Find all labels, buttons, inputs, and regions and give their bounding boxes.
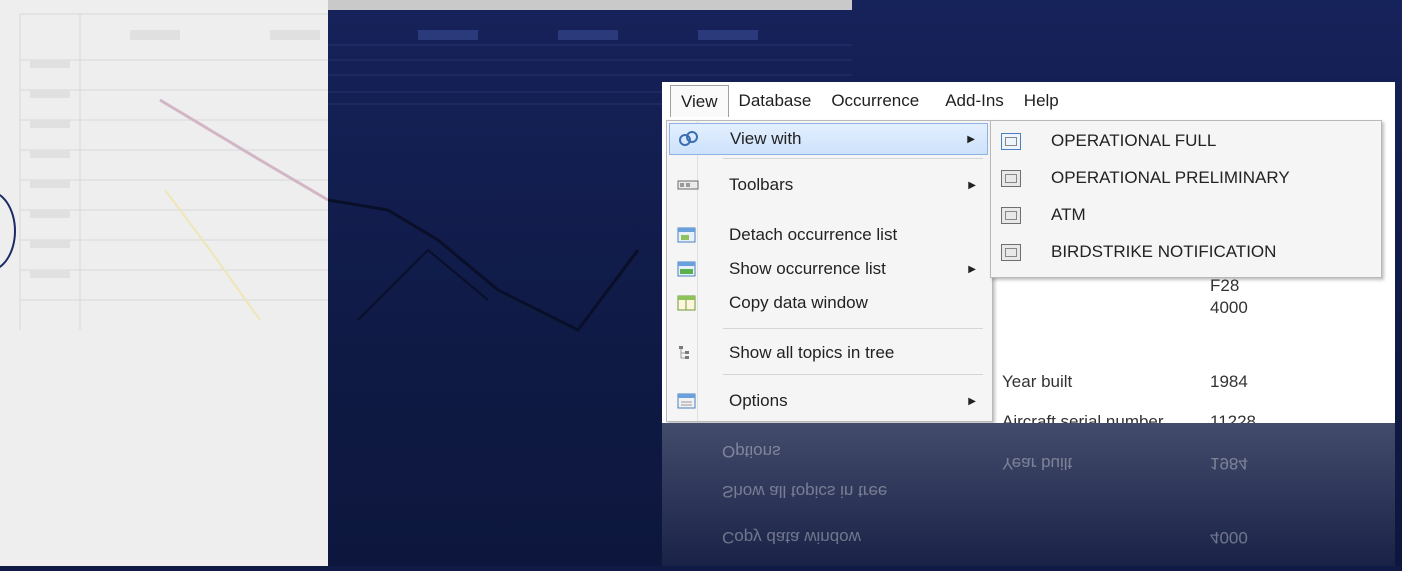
submenu-item-label: BIRDSTRIKE NOTIFICATION xyxy=(1051,242,1277,261)
aircraft-type-value: F28 xyxy=(1210,276,1240,295)
form-icon xyxy=(1001,132,1021,150)
menu-item-copy-data-window[interactable]: Copy data window xyxy=(669,287,988,319)
submenu-arrow-icon: ▶ xyxy=(968,263,976,275)
submenu-arrow-icon: ▶ xyxy=(968,395,976,407)
submenu-item-operational-full[interactable]: OPERATIONAL FULL xyxy=(993,125,1377,157)
submenu-item-atm[interactable]: ATM xyxy=(993,199,1377,231)
reflection-text: Show all topics in tree xyxy=(722,482,888,501)
menu-add-ins[interactable]: Add-Ins xyxy=(935,85,1014,117)
submenu-item-operational-preliminary[interactable]: OPERATIONAL PRELIMINARY xyxy=(993,162,1377,194)
menu-help[interactable]: Help xyxy=(1014,85,1069,117)
form-icon xyxy=(1001,206,1021,224)
submenu-item-birdstrike-notification[interactable]: BIRDSTRIKE NOTIFICATION xyxy=(993,236,1377,268)
menubar: View Database Occurrence Add-Ins Help xyxy=(662,82,1395,120)
menu-separator xyxy=(723,158,983,159)
menu-item-show-occurrence-list[interactable]: Show occurrence list ▶ xyxy=(669,253,988,285)
detach-window-icon xyxy=(677,226,697,244)
toolbar-icon xyxy=(677,176,699,194)
app-window: View Database Occurrence Add-Ins Help F2… xyxy=(662,82,1395,423)
form-icon xyxy=(1001,169,1021,187)
tree-icon xyxy=(677,344,697,362)
copy-window-icon xyxy=(677,294,697,312)
window-reflection: Options Show all topics in tree Copy dat… xyxy=(662,423,1395,566)
submenu-arrow-icon: ▶ xyxy=(967,133,975,145)
menu-item-options[interactable]: Options ▶ xyxy=(669,385,988,417)
menu-item-label: Show occurrence list xyxy=(729,259,886,278)
submenu-item-label: OPERATIONAL PRELIMINARY xyxy=(1051,168,1290,187)
year-built-value: 1984 xyxy=(1210,372,1248,391)
menu-item-toolbars[interactable]: Toolbars ▶ xyxy=(669,169,988,201)
view-with-submenu: OPERATIONAL FULL OPERATIONAL PRELIMINARY… xyxy=(990,120,1382,278)
menu-item-view-with[interactable]: View with ▶ xyxy=(669,123,988,155)
menu-item-show-all-topics[interactable]: Show all topics in tree xyxy=(669,337,988,369)
serial-number-label: Aircraft serial number xyxy=(1002,412,1164,423)
serial-number-value: 11228 xyxy=(1210,412,1257,423)
menu-item-label: Show all topics in tree xyxy=(729,343,895,362)
list-window-icon xyxy=(677,260,697,278)
menu-item-label: Toolbars xyxy=(729,175,794,194)
slide-top-strip xyxy=(328,0,852,40)
reflection-text: 4000 xyxy=(1210,528,1248,547)
faded-chart-graphic xyxy=(19,13,328,330)
menu-database[interactable]: Database xyxy=(729,85,822,117)
menu-separator xyxy=(723,374,983,375)
faded-header-graphic xyxy=(418,30,758,40)
view-menu-dropdown: View with ▶ Toolbars ▶ Detach occurrence… xyxy=(666,120,993,422)
menu-item-label: Detach occurrence list xyxy=(729,225,898,244)
reflection-text: Options xyxy=(722,442,781,461)
submenu-item-label: ATM xyxy=(1051,205,1086,224)
aircraft-value: 4000 xyxy=(1210,298,1248,317)
menu-item-label: Copy data window xyxy=(729,293,868,312)
submenu-arrow-icon: ▶ xyxy=(968,179,976,191)
menu-view[interactable]: View xyxy=(670,85,729,117)
reflection-text: Year built xyxy=(1002,454,1073,473)
menu-occurrence[interactable]: Occurrence xyxy=(821,85,929,117)
form-icon xyxy=(1001,243,1021,261)
options-icon xyxy=(677,392,697,410)
menu-item-label: Options xyxy=(729,391,788,410)
reflection-text: 1984 xyxy=(1210,454,1248,473)
faded-chart-panel xyxy=(0,0,328,566)
menu-item-label: View with xyxy=(730,129,802,148)
submenu-item-label: OPERATIONAL FULL xyxy=(1051,131,1217,150)
menu-separator xyxy=(723,328,983,329)
menu-item-detach-occurrence-list[interactable]: Detach occurrence list xyxy=(669,219,988,251)
reflection-text: Copy data window xyxy=(722,528,861,547)
year-built-label: Year built xyxy=(1002,372,1073,391)
glasses-icon xyxy=(678,130,698,148)
